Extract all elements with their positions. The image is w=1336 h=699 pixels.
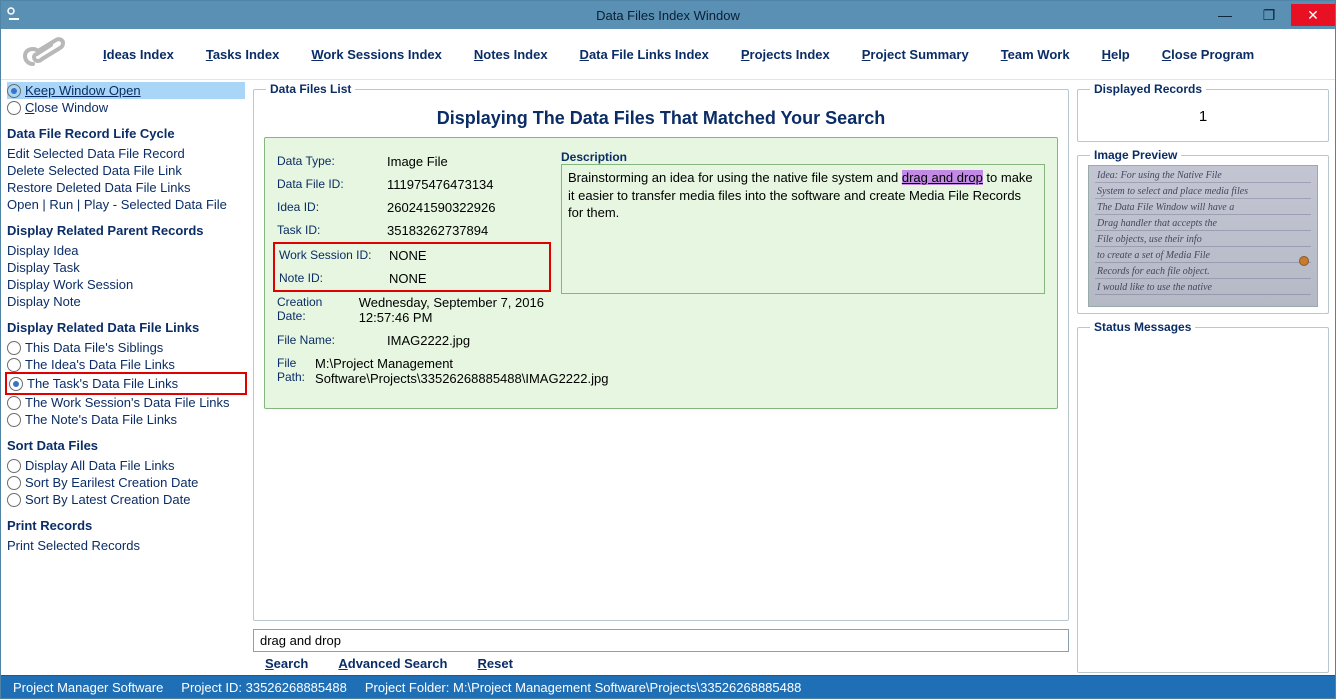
image-preview-legend: Image Preview: [1090, 148, 1181, 162]
menubar: Ideas Index Tasks Index Work Sessions In…: [1, 29, 1335, 80]
label-work-session-id: Work Session ID:: [279, 248, 379, 263]
section-lifecycle: Data File Record Life Cycle: [7, 126, 245, 141]
search-button[interactable]: Search: [265, 656, 308, 671]
search-bar: [253, 629, 1069, 652]
data-files-list: Data Files List Displaying The Data File…: [253, 82, 1069, 621]
advanced-search-button[interactable]: Advanced Search: [338, 656, 447, 671]
label-task-id: Task ID:: [277, 223, 377, 238]
radio-icon: [7, 84, 21, 98]
menu-project-summary[interactable]: Project Summary: [862, 47, 969, 62]
radio-note-links[interactable]: The Note's Data File Links: [7, 411, 245, 428]
radio-icon: [9, 377, 23, 391]
value-work-session-id: NONE: [389, 248, 427, 263]
radio-tasks-links[interactable]: The Task's Data File Links: [9, 375, 243, 392]
preview-image[interactable]: Idea: For using the Native File System t…: [1088, 165, 1318, 307]
section-sort: Sort Data Files: [7, 438, 245, 453]
menu-team-work[interactable]: Team Work: [1001, 47, 1070, 62]
menu-help[interactable]: Help: [1102, 47, 1130, 62]
radio-icon: [7, 396, 21, 410]
value-data-type: Image File: [387, 154, 448, 169]
link-open-run-play[interactable]: Open | Run | Play - Selected Data File: [7, 196, 245, 213]
radio-work-links[interactable]: The Work Session's Data File Links: [7, 394, 245, 411]
radio-icon: [7, 476, 21, 490]
data-file-record[interactable]: Data Type: Image File Data File ID: 111975…: [264, 137, 1058, 409]
radio-sort-all[interactable]: Display All Data File Links: [7, 457, 245, 474]
label-file-name: File Name:: [277, 333, 377, 348]
status-app-name: Project Manager Software: [13, 680, 163, 695]
link-display-task[interactable]: Display Task: [7, 259, 245, 276]
status-messages-legend: Status Messages: [1090, 320, 1195, 334]
sidebar: Keep Window Open Close Window Data File …: [7, 82, 245, 673]
link-restore-links[interactable]: Restore Deleted Data File Links: [7, 179, 245, 196]
section-related-parent: Display Related Parent Records: [7, 223, 245, 238]
radio-siblings[interactable]: This Data File's Siblings: [7, 339, 245, 356]
status-project-folder: Project Folder: M:\Project Management So…: [365, 680, 802, 695]
displayed-records: Displayed Records 1: [1077, 82, 1329, 142]
label-data-type: Data Type:: [277, 154, 377, 169]
window: Data Files Index Window — ❐ ✕ Ideas Inde…: [0, 0, 1336, 699]
radio-icon: [7, 493, 21, 507]
displayed-records-legend: Displayed Records: [1090, 82, 1206, 96]
status-messages: Status Messages: [1077, 320, 1329, 673]
section-related-links: Display Related Data File Links: [7, 320, 245, 335]
value-data-file-id: 111975476473134: [387, 177, 494, 192]
label-creation-date: Creation Date:: [277, 295, 349, 325]
value-description: Brainstorming an idea for using the nati…: [561, 164, 1045, 294]
section-print: Print Records: [7, 518, 245, 533]
menu-projects-index[interactable]: Projects Index: [741, 47, 830, 62]
label-idea-id: Idea ID:: [277, 200, 377, 215]
displayed-records-value: 1: [1088, 102, 1318, 131]
link-display-note[interactable]: Display Note: [7, 293, 245, 310]
body: Keep Window Open Close Window Data File …: [1, 80, 1335, 675]
right-column: Displayed Records 1 Image Preview Idea: …: [1077, 82, 1329, 673]
menu-close-program[interactable]: Close Program: [1162, 47, 1254, 62]
radio-icon: [7, 358, 21, 372]
link-edit-record[interactable]: Edit Selected Data File Record: [7, 145, 245, 162]
statusbar: Project Manager Software Project ID: 335…: [1, 675, 1335, 698]
label-note-id: Note ID:: [279, 271, 379, 286]
menu-ideas-index[interactable]: Ideas Index: [103, 47, 174, 62]
menu-data-file-links-index[interactable]: Data File Links Index: [580, 47, 709, 62]
value-idea-id: 260241590322926: [387, 200, 495, 215]
value-note-id: NONE: [389, 271, 427, 286]
menu-work-sessions-index[interactable]: Work Sessions Index: [311, 47, 442, 62]
radio-icon: [7, 459, 21, 473]
data-files-list-legend: Data Files List: [266, 82, 355, 96]
main: Data Files List Displaying The Data File…: [253, 82, 1069, 673]
highlighted-term: drag and drop: [902, 170, 983, 185]
image-preview: Image Preview Idea: For using the Native…: [1077, 148, 1329, 314]
menu-notes-index[interactable]: Notes Index: [474, 47, 548, 62]
status-project-id: Project ID: 33526268885488: [181, 680, 347, 695]
value-file-name: IMAG2222.jpg: [387, 333, 470, 348]
radio-icon: [7, 413, 21, 427]
link-print-selected[interactable]: Print Selected Records: [7, 537, 245, 554]
data-files-list-title: Displaying The Data Files That Matched Y…: [264, 108, 1058, 129]
radio-icon: [7, 341, 21, 355]
link-display-idea[interactable]: Display Idea: [7, 242, 245, 259]
menu-tasks-index[interactable]: Tasks Index: [206, 47, 279, 62]
value-creation-date: Wednesday, September 7, 2016 12:57:46 PM: [359, 295, 547, 325]
link-display-work-session[interactable]: Display Work Session: [7, 276, 245, 293]
radio-close-window[interactable]: Close Window: [7, 99, 245, 116]
reset-button[interactable]: Reset: [477, 656, 512, 671]
radio-sort-latest[interactable]: Sort By Latest Creation Date: [7, 491, 245, 508]
label-description: Description: [561, 150, 1045, 164]
value-task-id: 35183262737894: [387, 223, 488, 238]
titlebar: Data Files Index Window — ❐ ✕: [1, 1, 1335, 29]
search-input[interactable]: [253, 629, 1069, 652]
label-data-file-id: Data File ID:: [277, 177, 377, 192]
window-title: Data Files Index Window: [1, 8, 1335, 23]
app-logo-icon: [21, 35, 71, 73]
preview-dot-icon: [1299, 256, 1309, 266]
radio-sort-earliest[interactable]: Sort By Earilest Creation Date: [7, 474, 245, 491]
radio-keep-window-open[interactable]: Keep Window Open: [7, 82, 245, 99]
radio-ideas-links[interactable]: The Idea's Data File Links: [7, 356, 245, 373]
link-delete-link[interactable]: Delete Selected Data File Link: [7, 162, 245, 179]
radio-icon: [7, 101, 21, 115]
label-file-path: File Path:: [277, 356, 305, 386]
search-links: Search Advanced Search Reset: [253, 652, 1069, 673]
